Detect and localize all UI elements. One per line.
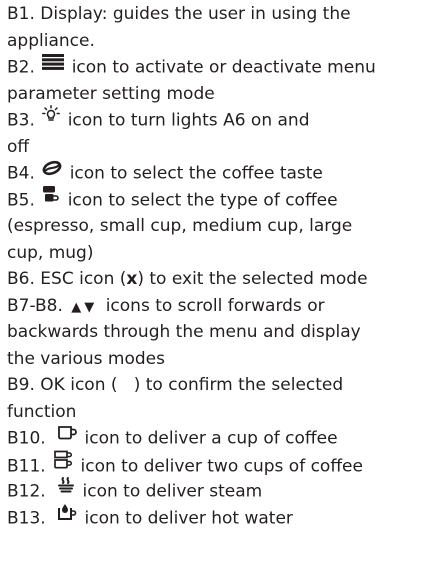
b6-line: B6. ESC icon (x) to exit the selected mo… [7, 266, 439, 293]
b6-post: ) to exit the selected mode [137, 269, 368, 289]
light-bulb-icon [42, 105, 61, 132]
b11-text: icon to deliver two cups of coffee [80, 455, 363, 476]
b2-text-1: icon to activate or deactivate menu [71, 57, 376, 78]
hot-water-icon [57, 503, 77, 530]
b78-line-1: B7-B8. ▲▼ icons to scroll forwards or [7, 293, 439, 320]
b2-line-1: B2. icon to activate or deactivate menu [7, 54, 439, 81]
b13-text: icon to deliver hot water [84, 507, 293, 528]
coffee-bean-icon [42, 158, 62, 185]
b4-line-1: B4. icon to select the coffee taste [7, 160, 439, 187]
coffee-type-icon [42, 185, 60, 212]
b11-prefix: B11. [7, 455, 46, 476]
b9-line-2: function [7, 401, 77, 422]
b6-pre: B6. ESC icon ( [7, 269, 127, 289]
b78-line-3: the various modes [7, 348, 165, 369]
b3-text-1: icon to turn lights A6 on and [67, 110, 310, 131]
b10-text: icon to deliver a cup of coffee [84, 428, 338, 449]
b9-line-1: B9. OK icon ( ) to confirm the selected [7, 375, 344, 395]
b3-line-1: B3. icon to turn lights A6 on and [7, 105, 439, 134]
b4-text-1: icon to select the coffee taste [69, 163, 323, 184]
b5-line-1: B5. icon to select the type of coffee [7, 185, 439, 214]
one-cup-icon [57, 423, 77, 450]
b10-line: B10. icon to deliver a cup of coffee [7, 425, 439, 452]
b11-line: B11. icon to deliver two cups of coffee [7, 450, 439, 479]
b5-line-2: (espresso, small cup, medium cup, large [7, 216, 353, 236]
b13-prefix: B13. [7, 507, 46, 528]
b78-line-2: backwards through the menu and display [7, 322, 361, 342]
b4-prefix: B4. [7, 163, 35, 184]
b5-text-1: icon to select the type of coffee [67, 189, 338, 210]
menu-icon [42, 52, 65, 79]
up-down-arrows-icon: ▲▼ [71, 299, 98, 315]
b10-prefix: B10. [7, 428, 46, 449]
b2-line-2: parameter setting mode [7, 83, 215, 104]
esc-x-icon: x [126, 269, 138, 289]
b1-line-2: appliance. [7, 30, 95, 51]
b1-line-1: B1. Display: guides the user in using th… [7, 4, 351, 24]
b5-line-3: cup, mug) [7, 242, 94, 263]
steam-icon [57, 476, 75, 503]
b3-line-2: off [7, 136, 30, 157]
b12-text: icon to deliver steam [82, 481, 263, 502]
b78-prefix: B7-B8. [7, 295, 63, 316]
b78-text-1: icons to scroll forwards or [105, 295, 325, 316]
b12-line: B12. icon to deliver steam [7, 476, 439, 505]
manual-page: B1. Display: guides the user in using th… [0, 0, 439, 531]
b13-line: B13. icon to deliver hot water [7, 503, 439, 532]
b2-prefix: B2. [7, 57, 35, 78]
b3-prefix: B3. [7, 110, 35, 131]
two-cups-icon [53, 450, 73, 479]
b5-prefix: B5. [7, 189, 35, 210]
b12-prefix: B12. [7, 481, 46, 502]
